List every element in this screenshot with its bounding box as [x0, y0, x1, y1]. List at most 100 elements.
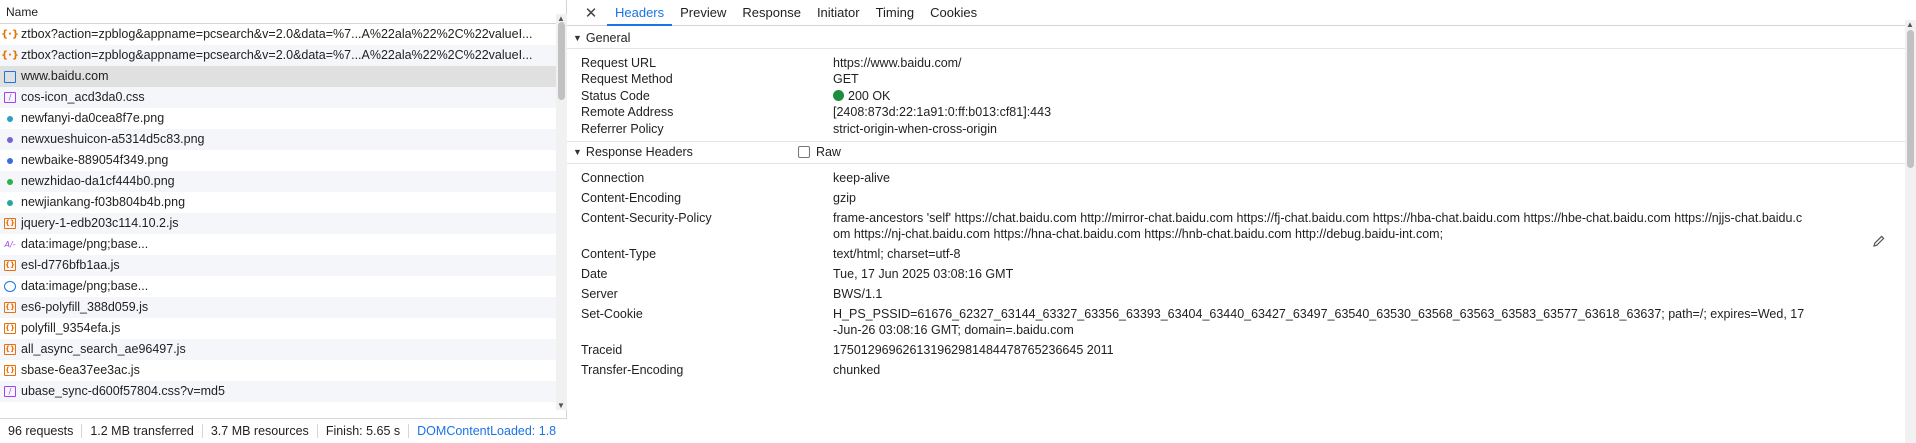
request-row[interactable]: newbaike-889054f349.png [0, 150, 556, 171]
tab-response[interactable]: Response [734, 0, 809, 25]
scroll-down-arrow-icon[interactable]: ▼ [557, 401, 565, 410]
request-list-pane: Name {·} ztbox?action=zpblog&appname=pcse… [0, 0, 567, 443]
header-row: Referrer Policy strict-origin-when-cross-… [567, 121, 1907, 137]
header-value: text/html; charset=utf-8 [833, 246, 961, 261]
pencil-edit-icon[interactable] [1872, 234, 1886, 248]
request-row[interactable]: newxueshuicon-a5314d5c83.png [0, 129, 556, 150]
header-row: Transfer-Encoding chunked [567, 360, 1907, 380]
resources-size: 3.7 MB resources [203, 424, 318, 438]
header-value: GET [833, 72, 859, 87]
header-row: Content-Security-Policy frame-ancestors '… [567, 208, 1907, 244]
scrollbar-thumb[interactable] [1907, 30, 1914, 168]
request-row[interactable]: {} es6-polyfill_388d059.js [0, 297, 556, 318]
raw-toggle[interactable]: Raw [797, 145, 841, 159]
header-row: Content-Encoding gzip [567, 188, 1907, 208]
name-column-header[interactable]: Name [0, 0, 566, 24]
devtools-network-panel: Name {·} ztbox?action=zpblog&appname=pcse… [0, 0, 1916, 443]
scroll-up-arrow-icon[interactable]: ▲ [1906, 20, 1914, 29]
script-icon: {} [4, 260, 16, 271]
request-name: data:image/png;base... [21, 279, 149, 293]
request-name: www.baidu.com [21, 69, 109, 83]
header-value: https://www.baidu.com/ [833, 56, 962, 70]
header-value: Tue, 17 Jun 2025 03:08:16 GMT [833, 266, 1014, 281]
script-icon: {} [4, 218, 16, 229]
tab-timing[interactable]: Timing [868, 0, 923, 25]
network-summary-bar: 96 requests 1.2 MB transferred 3.7 MB re… [0, 418, 567, 443]
request-row[interactable]: newjiankang-f03b804b4b.png [0, 192, 556, 213]
partial-request-row [4, 410, 554, 418]
request-row[interactable]: www.baidu.com [0, 66, 556, 87]
header-value: strict-origin-when-cross-origin [833, 121, 997, 136]
request-name: newjiankang-f03b804b4b.png [21, 195, 186, 209]
tab-cookies[interactable]: Cookies [922, 0, 985, 25]
circle-image-icon [4, 281, 16, 292]
tab-preview[interactable]: Preview [672, 0, 734, 25]
header-name: Transfer-Encoding [581, 362, 684, 377]
header-row: Server BWS/1.1 [567, 284, 1907, 304]
request-row[interactable]: newzhidao-da1cf444b0.png [0, 171, 556, 192]
header-row: Remote Address [2408:873d:22:1a91:0:ff:b0… [567, 104, 1907, 120]
request-row[interactable]: {} jquery-1-edb203c114.10.2.js [0, 213, 556, 234]
request-name: esl-d776bfb1aa.js [21, 258, 120, 272]
request-row[interactable]: {} polyfill_9354efa.js [0, 318, 556, 339]
request-row[interactable]: / ubase_sync-d600f57804.css?v=md5 [0, 381, 556, 402]
header-value: 175012969626131962981484478765236645 201… [833, 342, 1114, 357]
header-name: Request Method [581, 72, 673, 87]
expand-triangle-icon[interactable]: ▼ [573, 147, 582, 157]
tab-headers[interactable]: Headers [607, 0, 673, 26]
image-dot-icon [7, 136, 13, 143]
request-name: ztbox?action=zpblog&appname=pcsearch&v=2… [21, 48, 533, 62]
script-icon: {} [4, 344, 16, 355]
image-dot-icon [7, 199, 13, 206]
request-row[interactable]: data:image/png;base... [0, 276, 556, 297]
header-row: Request Method GET [567, 71, 1907, 87]
request-name: ubase_sync-d600f57804.css?v=md5 [21, 384, 225, 398]
script-icon: {} [4, 323, 16, 334]
request-name: sbase-6ea37ee3ac.js [21, 363, 140, 377]
general-section: Request URL https://www.baidu.com/Request… [567, 49, 1907, 142]
request-name: data:image/png;base... [21, 237, 149, 251]
general-section-header[interactable]: ▼ General [567, 27, 1907, 49]
request-row[interactable]: / cos-icon_acd3da0.css [0, 87, 556, 108]
request-row[interactable]: newfanyi-da0cea8f7e.png [0, 108, 556, 129]
request-count: 96 requests [0, 424, 83, 438]
header-name: Referrer Policy [581, 121, 664, 136]
request-row[interactable]: {·} ztbox?action=zpblog&appname=pcsearch&… [0, 45, 556, 66]
general-title: General [585, 30, 631, 45]
header-row: Content-Type text/html; charset=utf-8 [567, 244, 1907, 264]
header-name: Status Code [581, 88, 650, 103]
transferred-size: 1.2 MB transferred [82, 424, 203, 438]
domcontentloaded-time: DOMContentLoaded: 1.8 [417, 424, 557, 438]
request-row[interactable]: A/- data:image/png;base... [0, 234, 556, 255]
status-ok-icon [833, 89, 844, 101]
header-row: Connection keep-alive [567, 168, 1907, 188]
request-name: ztbox?action=zpblog&appname=pcsearch&v=2… [21, 27, 533, 41]
header-name: Content-Encoding [581, 190, 682, 205]
close-icon[interactable]: ✕ [581, 0, 601, 25]
header-row: Set-Cookie H_PS_PSSID=61676_62327_63144_6… [567, 304, 1907, 340]
request-detail-pane: ✕ Headers Preview Response Initiator Tim… [567, 0, 1916, 443]
stylesheet-icon: / [4, 92, 16, 103]
header-row: Status Code 200 OK [567, 88, 1907, 104]
request-row[interactable]: {} all_async_search_ae96497.js [0, 339, 556, 360]
expand-triangle-icon[interactable]: ▼ [573, 33, 582, 43]
header-name: Content-Security-Policy [581, 210, 712, 225]
tab-initiator[interactable]: Initiator [809, 0, 868, 25]
raw-checkbox[interactable] [797, 146, 810, 159]
request-row[interactable]: {} esl-d776bfb1aa.js [0, 255, 556, 276]
header-value: [2408:873d:22:1a91:0:ff:b013:cf81]:443 [833, 105, 1052, 120]
request-row[interactable]: {} sbase-6ea37ee3ac.js [0, 360, 556, 381]
request-list-scrollbar[interactable]: ▲ ▼ [556, 14, 567, 410]
request-row[interactable]: {·} ztbox?action=zpblog&appname=pcsearch&… [0, 24, 556, 45]
data-image-icon: A/- [4, 240, 16, 249]
finish-time: Finish: 5.65 s [318, 424, 410, 438]
image-dot-icon [7, 115, 13, 122]
response-headers-section-header[interactable]: ▼ Response Headers Raw [567, 142, 1907, 164]
script-icon: {} [4, 365, 16, 376]
header-value: frame-ancestors 'self' https://chat.baid… [833, 210, 1803, 241]
header-name: Server [581, 286, 618, 301]
scrollbar-thumb[interactable] [558, 22, 565, 100]
detail-scrollbar[interactable]: ▲ [1905, 20, 1916, 443]
header-name: Remote Address [581, 105, 674, 120]
header-name: Connection [581, 170, 645, 185]
